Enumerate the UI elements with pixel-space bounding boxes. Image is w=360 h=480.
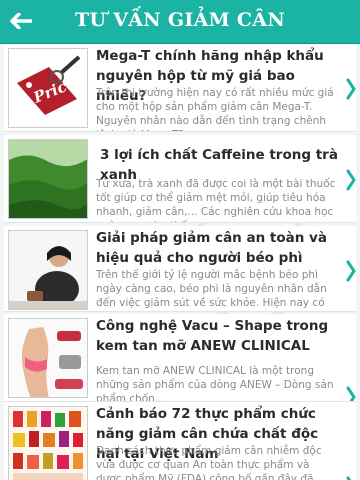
- article-thumbnail: [8, 139, 88, 219]
- article-thumbnail: [8, 406, 88, 480]
- app-header: TƯ VẤN GIẢM CÂN: [0, 0, 360, 44]
- chevron-right-icon: [346, 476, 352, 480]
- list-item[interactable]: Price Mega-T chính hãng nhập khẩu nguyên…: [4, 44, 356, 132]
- article-thumbnail: [8, 318, 88, 398]
- article-summary: Trên thị trường hiện nay có rất nhiều mứ…: [96, 87, 334, 131]
- list-item[interactable]: 3 lợi ích chất Caffeine trong trà xanh T…: [4, 135, 356, 223]
- chevron-right-icon: [346, 169, 356, 191]
- list-item[interactable]: Giải pháp giảm cân an toàn và hiệu quả c…: [4, 226, 356, 312]
- article-summary: Trên thế giới tỷ lệ người mắc bệnh béo p…: [96, 269, 327, 309]
- article-title: Giải pháp giảm cân an toàn và hiệu quả c…: [96, 230, 327, 266]
- article-summary: Kem tan mỡ ANEW CLINICAL là một trong nh…: [96, 365, 334, 402]
- article-title: Công nghệ Vacu – Shape trong kem tan mỡ …: [96, 318, 329, 354]
- chevron-right-icon: [346, 386, 356, 401]
- article-thumbnail: Price: [8, 48, 88, 128]
- chevron-right-icon: [346, 78, 356, 100]
- list-item[interactable]: Cảnh báo 72 thực phẩm chức năng giảm cân…: [4, 402, 356, 480]
- article-summary: Từ xưa, trà xanh đã được coi là một bài …: [96, 178, 336, 222]
- article-summary: Danh sách thực phẩm giảm cân nhiễm độc v…: [96, 445, 322, 480]
- article-thumbnail: [8, 230, 88, 310]
- page-title: TƯ VẤN GIẢM CÂN: [74, 9, 286, 31]
- list-item[interactable]: Công nghệ Vacu – Shape trong kem tan mỡ …: [4, 314, 356, 402]
- chevron-right-icon: [346, 260, 356, 282]
